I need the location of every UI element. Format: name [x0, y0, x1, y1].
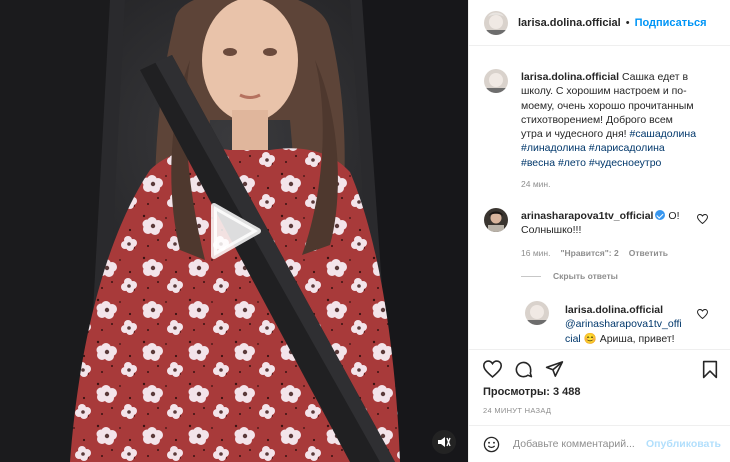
post-author-link[interactable]: larisa.dolina.official [518, 17, 621, 29]
mention-link[interactable]: @arinasharapova1tv_offi [565, 318, 682, 330]
comment-input[interactable] [513, 435, 643, 453]
avatar[interactable] [484, 69, 508, 93]
avatar[interactable] [525, 301, 549, 325]
hide-replies-label: Скрыть ответы [553, 271, 618, 281]
bookmark-icon[interactable] [702, 360, 718, 379]
heart-icon[interactable] [483, 360, 502, 378]
verified-icon [655, 210, 666, 220]
hashtag-link[interactable]: #лето [558, 157, 586, 169]
emoji-icon[interactable] [483, 436, 500, 453]
comment-time[interactable]: 16 мин. [521, 248, 550, 258]
reply-text: larisa.dolina.official @arinasharapova1t… [565, 303, 705, 346]
post-timestamp[interactable]: 24 МИНУТ НАЗАД [483, 406, 551, 415]
caption-text: larisa.dolina.official Сашка едет в школ… [521, 70, 721, 170]
hashtag-link[interactable]: #чудесноеутро [589, 157, 662, 169]
caption-line: моему, очень хорошо прочитанным [521, 99, 694, 112]
avatar[interactable] [484, 208, 508, 232]
caption-author-link[interactable]: larisa.dolina.official [521, 71, 619, 83]
views-count[interactable]: Просмотры: 3 488 [483, 386, 581, 398]
comment-icon[interactable] [514, 360, 533, 379]
separator-dot: • [625, 16, 630, 29]
comments-list[interactable]: larisa.dolina.official Сашка едет в школ… [469, 47, 730, 349]
heart-icon[interactable] [697, 309, 708, 319]
follow-button[interactable]: Подписаться [635, 17, 707, 29]
caption-meta: 24 мин. [521, 179, 550, 189]
heart-icon[interactable] [697, 214, 708, 224]
comment-text: arinasharapova1tv_official О! Солнышко!!… [521, 209, 701, 238]
hashtag-link[interactable]: #весна [521, 157, 555, 169]
caption-line: школу. С хорошим настроем и по- [521, 85, 687, 98]
hashtag-link[interactable]: #ларисадолина [589, 142, 665, 154]
caption-line: стихотворением! Доброго всем [521, 113, 673, 126]
post-video[interactable] [0, 0, 468, 462]
sound-icon[interactable] [432, 430, 456, 454]
reply-body: Ариша, привет! [599, 332, 675, 345]
publish-button[interactable]: Опубликовать [646, 438, 721, 450]
hide-replies-button[interactable]: Скрыть ответы [521, 271, 618, 281]
comment-body: Солнышко!!! [521, 224, 582, 237]
reply-button[interactable]: Ответить [629, 248, 668, 258]
caption-time[interactable]: 24 мин. [521, 179, 550, 189]
hashtag-link[interactable]: #сашадолина [629, 128, 696, 140]
share-icon[interactable] [545, 360, 564, 378]
avatar[interactable] [484, 10, 508, 35]
post-sidebar: larisa.dolina.official • Подписаться lar… [468, 0, 730, 462]
comment-likes[interactable]: "Нравится": 2 [560, 248, 618, 258]
comment-author-link[interactable]: arinasharapova1tv_official [521, 210, 653, 222]
comment-meta: 16 мин. "Нравится": 2 Ответить [521, 248, 668, 258]
comment-body: О! [668, 210, 680, 222]
post-header: larisa.dolina.official • Подписаться [469, 0, 730, 46]
blush-emoji-icon: 😊 [583, 332, 597, 345]
caption-line: утра и чудесного дня! [521, 128, 627, 141]
reply-author-link[interactable]: larisa.dolina.official [565, 304, 663, 316]
hashtag-link[interactable]: #линадолина [521, 142, 586, 154]
action-bar: Просмотры: 3 488 24 МИНУТ НАЗАД [469, 349, 730, 425]
mention-link[interactable]: cial [565, 333, 581, 345]
comment-composer: Опубликовать [469, 425, 730, 462]
play-icon[interactable] [206, 200, 264, 262]
caption-line: Сашка едет в [621, 71, 689, 83]
